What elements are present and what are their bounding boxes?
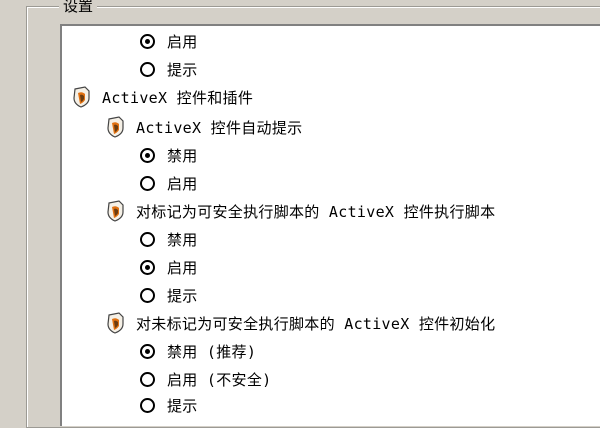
option-prompt[interactable]: 提示 xyxy=(140,56,198,82)
radio-button[interactable] xyxy=(140,287,155,303)
option-prompt[interactable]: 提示 xyxy=(140,282,198,308)
option-label: 提示 xyxy=(167,286,198,305)
radio-button-checked[interactable] xyxy=(140,147,155,163)
setting-activex-auto-prompt: ActiveX 控件自动提示 xyxy=(106,114,302,140)
settings-list[interactable]: 启用 提示 ActiveX 控件和插件 ActiveX 控件自动提示 禁用 启用… xyxy=(60,24,600,426)
option-enable-unsafe[interactable]: 启用 (不安全) xyxy=(140,366,272,392)
setting-init-unsafe-activex: 对未标记为可安全执行脚本的 ActiveX 控件初始化 xyxy=(106,310,495,336)
option-label: 提示 xyxy=(167,396,198,415)
radio-button[interactable] xyxy=(140,61,155,77)
setting-script-safe-activex: 对标记为可安全执行脚本的 ActiveX 控件执行脚本 xyxy=(106,198,495,224)
radio-button[interactable] xyxy=(140,371,155,387)
option-enable[interactable]: 启用 xyxy=(140,170,198,196)
settings-shield-icon xyxy=(106,312,126,334)
option-label: 提示 xyxy=(167,60,198,79)
option-label: 启用 (不安全) xyxy=(167,370,272,389)
category-activex: ActiveX 控件和插件 xyxy=(72,84,253,110)
option-disable[interactable]: 禁用 xyxy=(140,226,198,252)
option-enable[interactable]: 启用 xyxy=(140,254,198,280)
option-label: 启用 xyxy=(167,258,198,277)
radio-button-checked[interactable] xyxy=(140,259,155,275)
option-label: 禁用 xyxy=(167,146,198,165)
option-enable[interactable]: 启用 xyxy=(140,28,198,54)
option-label: 启用 xyxy=(167,32,198,51)
groupbox-title: 设置 xyxy=(59,0,98,15)
radio-button[interactable] xyxy=(140,175,155,191)
option-disable[interactable]: 禁用 xyxy=(140,142,198,168)
option-label: 启用 xyxy=(167,174,198,193)
setting-label: ActiveX 控件自动提示 xyxy=(136,118,303,137)
settings-shield-icon xyxy=(106,200,126,222)
radio-button[interactable] xyxy=(140,231,155,247)
option-disable-recommended[interactable]: 禁用 (推荐) xyxy=(140,338,256,364)
setting-label: 对标记为可安全执行脚本的 ActiveX 控件执行脚本 xyxy=(136,202,496,221)
option-prompt[interactable]: 提示 xyxy=(140,392,198,418)
radio-button-checked[interactable] xyxy=(140,33,155,49)
settings-shield-icon xyxy=(72,86,92,108)
option-label: 禁用 (推荐) xyxy=(167,342,257,361)
option-label: 禁用 xyxy=(167,230,198,249)
setting-label: 对未标记为可安全执行脚本的 ActiveX 控件初始化 xyxy=(136,314,496,333)
radio-button-checked[interactable] xyxy=(140,343,155,359)
settings-shield-icon xyxy=(106,116,126,138)
category-label: ActiveX 控件和插件 xyxy=(102,88,254,107)
